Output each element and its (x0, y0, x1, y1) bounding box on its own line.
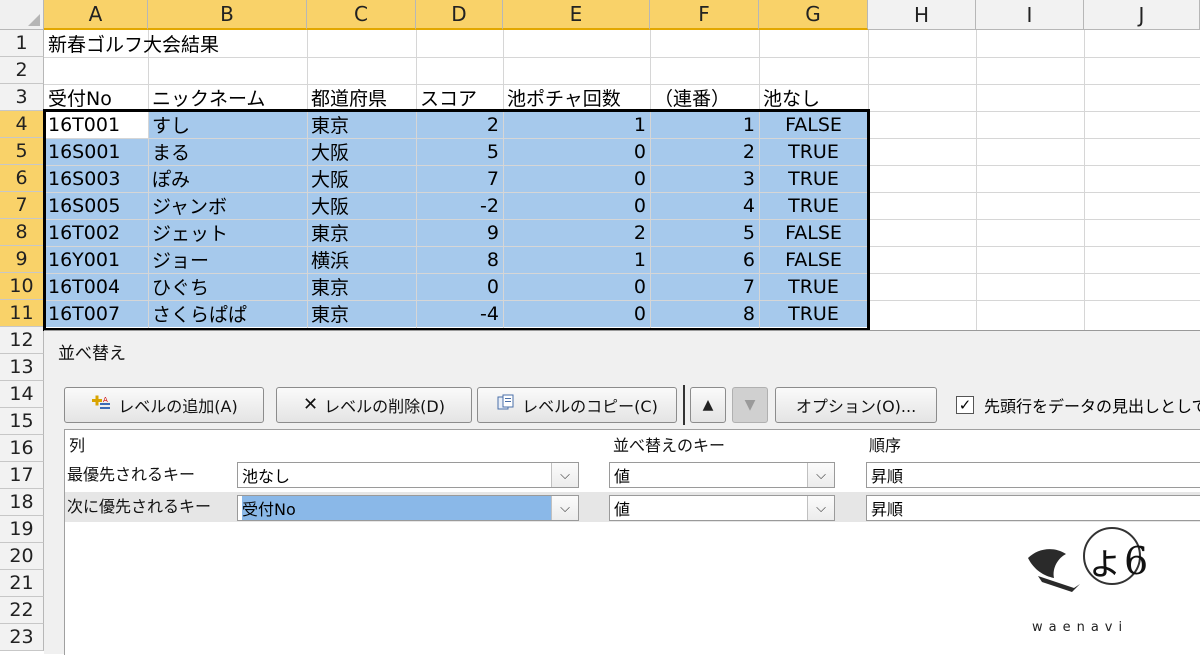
delete-level-label: レベルの削除(D) (324, 397, 445, 416)
row-header-14[interactable]: 14 (0, 381, 44, 408)
level-2-column-value: 受付No (242, 496, 551, 520)
svg-text:A: A (103, 396, 108, 404)
column-header-A[interactable]: A (44, 0, 148, 30)
header-cell-prefecture[interactable]: 都道府県 (307, 84, 416, 111)
column-header-B[interactable]: B (148, 0, 307, 30)
level-2-label: 次に優先されるキー (67, 497, 212, 516)
level-2-sort-on-select[interactable]: 値 ⌵ (609, 495, 835, 521)
level-1-column-select[interactable]: 池なし ⌵ (237, 462, 579, 488)
header-cell-serial[interactable]: （連番） (650, 84, 759, 111)
add-level-icon: A (90, 393, 112, 417)
header-cell-pond-count[interactable]: 池ポチャ回数 (503, 84, 650, 111)
row-header-9[interactable]: 9 (0, 246, 44, 273)
level-2-sort-on-value: 値 (614, 500, 631, 519)
svg-text:ょ6: ょ6 (1086, 539, 1146, 583)
level-1-column-value: 池なし (242, 467, 291, 486)
row-header-18[interactable]: 18 (0, 489, 44, 516)
delete-level-button[interactable]: ✕ レベルの削除(D) (276, 387, 472, 423)
row-header-16[interactable]: 16 (0, 435, 44, 462)
level-1-label: 最優先されるキー (67, 465, 196, 484)
row-header-19[interactable]: 19 (0, 516, 44, 543)
copy-icon (496, 394, 516, 416)
row-header-13[interactable]: 13 (0, 354, 44, 381)
row-header-15[interactable]: 15 (0, 408, 44, 435)
chevron-down-icon[interactable]: ⌵ (551, 496, 578, 520)
gridline (976, 30, 977, 330)
row-header-5[interactable]: 5 (0, 138, 44, 165)
column-header-E[interactable]: E (503, 0, 650, 30)
add-level-label: レベルの追加(A) (118, 397, 238, 416)
level-2-order-value: 昇順 (871, 500, 904, 519)
up-arrow-icon: ▲ (702, 397, 714, 413)
delete-x-icon: ✕ (303, 394, 319, 415)
move-up-button[interactable]: ▲ (690, 387, 726, 423)
options-button[interactable]: オプション(O)... (775, 387, 937, 423)
row-header-10[interactable]: 10 (0, 273, 44, 300)
header-row-checkbox-label: 先頭行をデータの見出しとして (984, 397, 1200, 416)
gridline (44, 57, 1200, 58)
level-1-order-select[interactable]: 昇順 (866, 462, 1200, 488)
chevron-down-icon[interactable]: ⌵ (551, 463, 578, 487)
column-header-D[interactable]: D (416, 0, 503, 30)
row-header-11[interactable]: 11 (0, 300, 44, 327)
column-header-I[interactable]: I (976, 0, 1084, 30)
row-header-7[interactable]: 7 (0, 192, 44, 219)
dialog-title: 並べ替え (58, 344, 126, 364)
level-1-sort-on-value: 値 (614, 467, 631, 486)
column-header-G[interactable]: G (759, 0, 868, 30)
select-all-corner[interactable] (0, 0, 44, 30)
row-header-4[interactable]: 4 (0, 111, 44, 138)
column-header-J[interactable]: J (1084, 0, 1200, 30)
move-down-button[interactable]: ▼ (732, 387, 768, 423)
column-heading-order: 順序 (869, 436, 902, 455)
watermark-text: waenavi (1032, 620, 1129, 635)
chevron-down-icon[interactable]: ⌵ (807, 496, 834, 520)
header-cell-no-pond[interactable]: 池なし (759, 84, 868, 111)
column-header-F[interactable]: F (650, 0, 759, 30)
row-header-12[interactable]: 12 (0, 327, 44, 354)
sort-level-row-1[interactable]: 最優先されるキー 池なし ⌵ 値 ⌵ 昇順 (65, 460, 1200, 490)
row-header-8[interactable]: 8 (0, 219, 44, 246)
level-2-column-select[interactable]: 受付No ⌵ (237, 495, 579, 521)
copy-level-button[interactable]: レベルのコピー(C) (477, 387, 677, 423)
level-1-sort-on-select[interactable]: 値 ⌵ (609, 462, 835, 488)
selection-range-border (43, 109, 870, 331)
column-header-C[interactable]: C (307, 0, 416, 30)
header-row-option[interactable]: ✓ 先頭行をデータの見出しとして (956, 393, 1200, 417)
copy-level-label: レベルのコピー(C) (522, 397, 658, 416)
row-header-21[interactable]: 21 (0, 570, 44, 597)
toolbar-separator (683, 385, 685, 425)
row-header-6[interactable]: 6 (0, 165, 44, 192)
row-header-3[interactable]: 3 (0, 84, 44, 111)
header-row-checkbox[interactable]: ✓ (956, 396, 974, 414)
header-cell-receipt-no[interactable]: 受付No (44, 84, 148, 111)
add-level-button[interactable]: A レベルの追加(A) (64, 387, 264, 423)
gridline (1084, 30, 1085, 330)
column-heading-sort-on: 並べ替えのキー (613, 436, 726, 455)
options-label: オプション(O)... (795, 397, 917, 416)
level-1-order-value: 昇順 (871, 467, 904, 486)
header-cell-score[interactable]: スコア (416, 84, 503, 111)
row-header-20[interactable]: 20 (0, 543, 44, 570)
column-header-H[interactable]: H (868, 0, 976, 30)
column-heading-column: 列 (69, 436, 86, 455)
checkmark-icon: ✓ (958, 395, 972, 414)
sheet-title-cell[interactable]: 新春ゴルフ大会結果 (44, 30, 344, 57)
row-header-23[interactable]: 23 (0, 624, 44, 651)
row-header-22[interactable]: 22 (0, 597, 44, 624)
chevron-down-icon[interactable]: ⌵ (807, 463, 834, 487)
header-cell-nickname[interactable]: ニックネーム (148, 84, 307, 111)
row-header-2[interactable]: 2 (0, 57, 44, 84)
row-header-17[interactable]: 17 (0, 462, 44, 489)
row-header-1[interactable]: 1 (0, 30, 44, 57)
down-arrow-icon: ▼ (744, 397, 756, 413)
